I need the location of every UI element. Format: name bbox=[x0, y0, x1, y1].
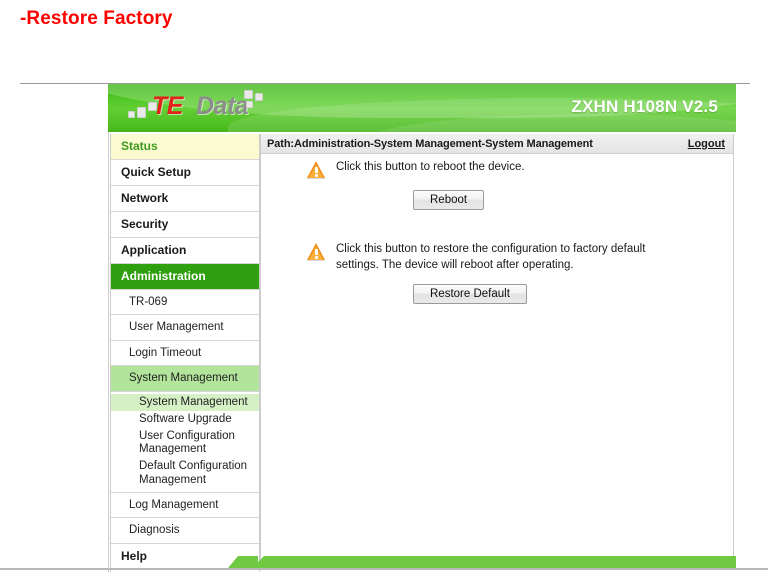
sidebar-item-quick-setup[interactable]: Quick Setup bbox=[111, 160, 259, 186]
restore-section: Click this button to restore the configu… bbox=[261, 242, 735, 305]
sidebar-item-system-management[interactable]: System Management bbox=[111, 366, 259, 392]
reboot-section: Click this button to reboot the device. … bbox=[261, 160, 735, 210]
restore-message-row: Click this button to restore the configu… bbox=[261, 242, 735, 273]
logout-link[interactable]: Logout bbox=[688, 138, 725, 150]
restore-default-button[interactable]: Restore Default bbox=[413, 284, 527, 305]
sidebar-subitem-user-configuration-management[interactable]: User Configuration Management bbox=[111, 428, 259, 458]
slide-title: -Restore Factory bbox=[20, 8, 173, 29]
router-header-banner: TE Data ZXHN H108N V2.5 bbox=[108, 84, 736, 132]
warning-icon-bar bbox=[315, 249, 318, 255]
screenshot-left-edge bbox=[108, 132, 109, 572]
breadcrumb: Path:Administration-System Management-Sy… bbox=[267, 137, 593, 150]
logo-square-6 bbox=[246, 101, 253, 108]
reboot-message-row: Click this button to reboot the device. bbox=[261, 160, 735, 179]
logo-square-5 bbox=[255, 93, 263, 101]
sidebar-item-user-management[interactable]: User Management bbox=[111, 315, 259, 341]
sidebar-subitem-system-management[interactable]: System Management bbox=[111, 393, 259, 411]
sidebar-item-application[interactable]: Application bbox=[111, 238, 259, 264]
warning-icon bbox=[307, 161, 326, 179]
sidebar-item-security[interactable]: Security bbox=[111, 212, 259, 238]
warning-icon-dot bbox=[315, 174, 318, 177]
reboot-message: Click this button to reboot the device. bbox=[336, 161, 525, 173]
sidebar-item-status[interactable]: Status bbox=[111, 134, 259, 160]
router-body: Status Quick Setup Network Security Appl… bbox=[108, 132, 736, 572]
sidebar-item-administration[interactable]: Administration bbox=[111, 264, 259, 290]
content-pane: Path:Administration-System Management-Sy… bbox=[260, 134, 734, 570]
sidebar-subitem-default-configuration-management[interactable]: Default Configuration Management bbox=[111, 458, 259, 488]
logo-text-data: Data bbox=[196, 92, 249, 120]
sidebar-item-network[interactable]: Network bbox=[111, 186, 259, 212]
router-admin-screenshot: TE Data ZXHN H108N V2.5 Status Quick Set… bbox=[108, 84, 736, 572]
footer-accent-bar bbox=[252, 556, 736, 568]
logo-text-te: TE bbox=[152, 92, 183, 120]
device-model-label: ZXHN H108N V2.5 bbox=[571, 97, 718, 116]
sidebar-item-diagnosis[interactable]: Diagnosis bbox=[111, 518, 259, 544]
sidebar-item-log-management[interactable]: Log Management bbox=[111, 493, 259, 519]
sidebar-system-management-children: System Management Software Upgrade User … bbox=[111, 392, 259, 493]
warning-icon-bar bbox=[315, 167, 318, 173]
logo-square-4 bbox=[244, 90, 253, 99]
sidebar-item-tr-069[interactable]: TR-069 bbox=[111, 290, 259, 316]
breadcrumb-bar: Path:Administration-System Management-Sy… bbox=[261, 134, 733, 154]
sidebar-subitem-software-upgrade[interactable]: Software Upgrade bbox=[111, 411, 259, 428]
slide-divider-bottom bbox=[0, 568, 768, 570]
te-data-logo: TE Data bbox=[126, 89, 276, 127]
restore-button-row: Restore Default bbox=[261, 284, 735, 305]
sidebar-nav: Status Quick Setup Network Security Appl… bbox=[110, 134, 260, 572]
warning-icon-dot bbox=[315, 256, 318, 259]
reboot-button-row: Reboot bbox=[261, 190, 735, 210]
slide-canvas: -Restore Factory TE Data ZXHN H108N V2.5 bbox=[0, 0, 768, 572]
sidebar-item-login-timeout[interactable]: Login Timeout bbox=[111, 341, 259, 367]
logo-square-1 bbox=[128, 111, 135, 118]
warning-icon bbox=[307, 243, 326, 261]
restore-message: Click this button to restore the configu… bbox=[336, 243, 646, 271]
logo-square-2 bbox=[137, 107, 146, 118]
reboot-button[interactable]: Reboot bbox=[413, 190, 485, 210]
